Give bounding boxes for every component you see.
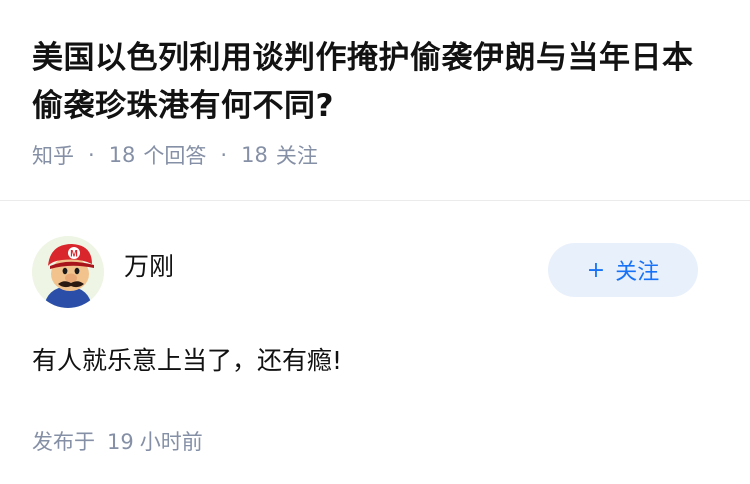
author-name[interactable]: 万刚 (124, 247, 174, 283)
zhihu-question-page: 美国以色列利用谈判作掩护偷袭伊朗与当年日本偷袭珍珠港有何不同? 知乎 · 18 … (0, 0, 750, 484)
author-row: M 万刚 + 关注 (32, 231, 718, 321)
answer-count-label: 个回答 (143, 144, 207, 168)
time-prefix: 发布于 (32, 430, 95, 454)
meta-separator: · (220, 143, 228, 167)
plus-icon: + (586, 257, 606, 283)
follower-count-label: 关注 (275, 144, 318, 168)
meta-separator: · (88, 143, 95, 167)
time-suffix: 小时前 (139, 430, 203, 454)
answer-card: M 万刚 + 关注 有人就乐意上当了，还有瘾! 发布于 19 小时前 (0, 231, 750, 456)
svg-text:M: M (70, 249, 78, 259)
answer-count: 18 (108, 143, 136, 167)
section-divider (0, 200, 750, 201)
time-value: 19 (107, 430, 134, 454)
answer-content[interactable]: 有人就乐意上当了，还有瘾! (32, 343, 718, 379)
answer-timestamp: 发布于 19 小时前 (32, 426, 718, 456)
question-header: 美国以色列利用谈判作掩护偷袭伊朗与当年日本偷袭珍珠港有何不同? 知乎 · 18 … (0, 0, 750, 170)
follow-button[interactable]: + 关注 (548, 243, 698, 297)
source-label[interactable]: 知乎 (32, 140, 74, 170)
question-title[interactable]: 美国以色列利用谈判作掩护偷袭伊朗与当年日本偷袭珍珠港有何不同? (32, 34, 718, 130)
avatar-image: M (32, 236, 104, 308)
follower-count: 18 (241, 143, 268, 167)
question-meta: 知乎 · 18 个回答 · 18 关注 (32, 140, 718, 170)
avatar[interactable]: M (32, 236, 104, 308)
follow-button-label: 关注 (615, 260, 660, 285)
